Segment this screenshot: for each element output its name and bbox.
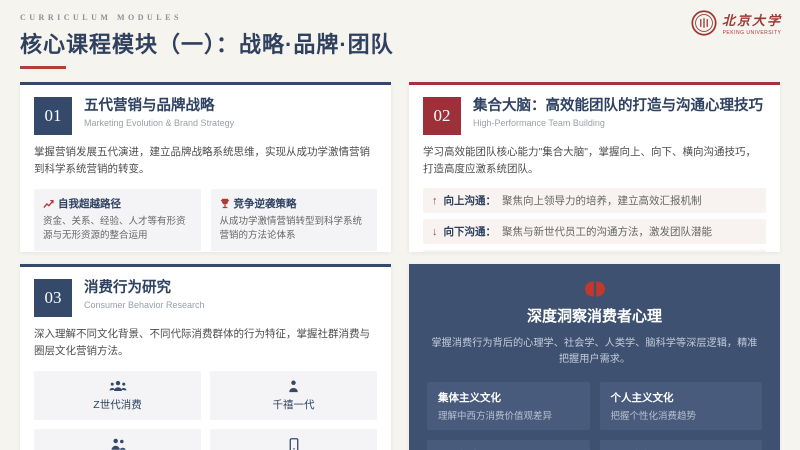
- tile-millennials: 千禧一代: [210, 371, 377, 420]
- title-underline: [20, 66, 66, 69]
- tile-mobile: [210, 429, 377, 450]
- brain-icon: [427, 280, 762, 298]
- card-02-comm-list: ↑ 向上沟通： 聚焦向上领导力的培养，建立高效汇报机制 ↓ 向下沟通： 聚焦与新…: [423, 188, 766, 252]
- slide: CURRICULUM MODULES 核心课程模块（一）：战略·品牌·团队 北京…: [0, 0, 800, 450]
- card-04-tiles: 集体主义文化 理解中西方消费价值观差异 个人主义文化 把握个性化消费趋势 从众效…: [427, 382, 762, 450]
- feature-desc: 资金、关系、经验、人才等有形资源与无形资源的整合运用: [43, 215, 192, 244]
- card-04-body: 掌握消费行为背后的心理学、社会学、人类学、脑科学等深层逻辑，精准把握用户需求。: [427, 336, 762, 369]
- card-01-features: 自我超越路径 资金、关系、经验、人才等有形资源与无形资源的整合运用 竞争逆袭策略…: [34, 189, 377, 251]
- logo-en-label: PEKING UNIVERSITY: [723, 30, 782, 36]
- card-01-subtitle: Marketing Evolution & Brand Strategy: [84, 118, 234, 128]
- tile-desc: 理解中西方消费价值观差异: [438, 408, 579, 422]
- feature-title-label: 竞争逆袭策略: [234, 196, 297, 211]
- arrow-down-icon: ↓: [432, 226, 438, 238]
- card-consumer-psychology: 深度洞察消费者心理 掌握消费行为背后的心理学、社会学、人类学、脑科学等深层逻辑，…: [409, 264, 780, 450]
- card-consumer-behavior: 03 消费行为研究 Consumer Behavior Research 深入理…: [20, 264, 391, 450]
- comm-row-upward: ↑ 向上沟通： 聚焦向上领导力的培养，建立高效汇报机制: [423, 188, 766, 213]
- tile-title: 集体主义文化: [438, 390, 579, 405]
- card-01-title: 五代营销与品牌战略: [84, 97, 234, 115]
- university-logo: 北京大学 PEKING UNIVERSITY: [691, 10, 782, 36]
- card-03-body: 深入理解不同文化背景、不同代际消费群体的行为特征，掌握社群消费与圈层文化营销方法…: [34, 326, 377, 360]
- feature-title-label: 自我超越路径: [58, 196, 121, 211]
- tile-genz: Z世代消费: [34, 371, 201, 420]
- tile-title: 个人主义文化: [611, 390, 752, 405]
- comm-desc: 聚焦与新世代员工的沟通方法，激发团队潜能: [502, 224, 712, 239]
- tile-label: 千禧一代: [216, 397, 371, 412]
- feature-self-transcendence: 自我超越路径 资金、关系、经验、人才等有形资源与无形资源的整合运用: [34, 189, 201, 251]
- people-pair-icon: [40, 438, 195, 450]
- eyebrow-label: CURRICULUM MODULES: [20, 13, 780, 22]
- tile-label: Z世代消费: [40, 397, 195, 412]
- trend-chart-icon: [43, 199, 54, 209]
- trophy-icon: [220, 198, 230, 209]
- mobile-phone-icon: [216, 438, 371, 450]
- card-marketing-strategy: 01 五代营销与品牌战略 Marketing Evolution & Brand…: [20, 82, 391, 252]
- people-group-icon: [40, 380, 195, 393]
- comm-label: 向下沟通：: [444, 224, 497, 239]
- card-02-title: 集合大脑：高效能团队的打造与沟通心理技巧: [473, 97, 763, 115]
- tile-collectivism: 集体主义文化 理解中西方消费价值观差异: [427, 382, 590, 430]
- header: CURRICULUM MODULES 核心课程模块（一）：战略·品牌·团队: [20, 13, 780, 69]
- logo-text: 北京大学 PEKING UNIVERSITY: [722, 10, 782, 36]
- card-grid: 01 五代营销与品牌战略 Marketing Evolution & Brand…: [20, 82, 780, 450]
- card-02-body: 学习高效能团队核心能力"集合大脑"，掌握向上、向下、横向沟通技巧，打造高度应激系…: [423, 144, 766, 178]
- card-03-header: 03 消费行为研究 Consumer Behavior Research: [34, 279, 377, 317]
- arrow-up-icon: ↑: [432, 195, 438, 207]
- card-team-building: 02 集合大脑：高效能团队的打造与沟通心理技巧 High-Performance…: [409, 82, 780, 252]
- card-03-title: 消费行为研究: [84, 279, 205, 297]
- card-02-number-badge: 02: [423, 97, 461, 135]
- tile-individualism: 个人主义文化 把握个性化消费趋势: [600, 382, 763, 430]
- comm-row-downward: ↓ 向下沟通： 聚焦与新世代员工的沟通方法，激发团队潜能: [423, 219, 766, 244]
- tile-conformity: 从众效应 利用社会认同心理: [427, 440, 590, 450]
- card-01-number-badge: 01: [34, 97, 72, 135]
- comm-label: 向上沟通：: [444, 193, 497, 208]
- pku-seal-icon: [691, 10, 717, 36]
- person-icon: [216, 380, 371, 393]
- feature-competition-strategy: 竞争逆袭策略 从成功学激情营销转型到科学系统营销的方法论体系: [211, 189, 378, 251]
- card-02-subtitle: High-Performance Team Building: [473, 118, 763, 128]
- feature-desc: 从成功学激情营销转型到科学系统营销的方法论体系: [220, 215, 369, 244]
- comm-desc: 聚焦向上领导力的培养，建立高效汇报机制: [502, 193, 702, 208]
- card-03-subtitle: Consumer Behavior Research: [84, 300, 205, 310]
- tile-community: [34, 429, 201, 450]
- card-01-body: 掌握营销发展五代演进，建立品牌战略系统思维，实现从成功学激情营销到科学系统营销的…: [34, 144, 377, 178]
- page-title: 核心课程模块（一）：战略·品牌·团队: [20, 27, 780, 59]
- card-03-number-badge: 03: [34, 279, 72, 317]
- logo-cn-label: 北京大学: [722, 10, 782, 29]
- card-01-header: 01 五代营销与品牌战略 Marketing Evolution & Brand…: [34, 97, 377, 135]
- tile-desc: 把握个性化消费趋势: [611, 408, 752, 422]
- card-02-header: 02 集合大脑：高效能团队的打造与沟通心理技巧 High-Performance…: [423, 97, 766, 135]
- card-04-title: 深度洞察消费者心理: [427, 305, 762, 326]
- comm-row-lateral: ⇆ 横向沟通： 聚焦如何通过沟通使员工成为高度应激系统一员: [423, 250, 766, 252]
- card-03-tiles: Z世代消费 千禧一代: [34, 371, 377, 450]
- tile-circle-culture: 圈层文化 精准定位目标社群: [600, 440, 763, 450]
